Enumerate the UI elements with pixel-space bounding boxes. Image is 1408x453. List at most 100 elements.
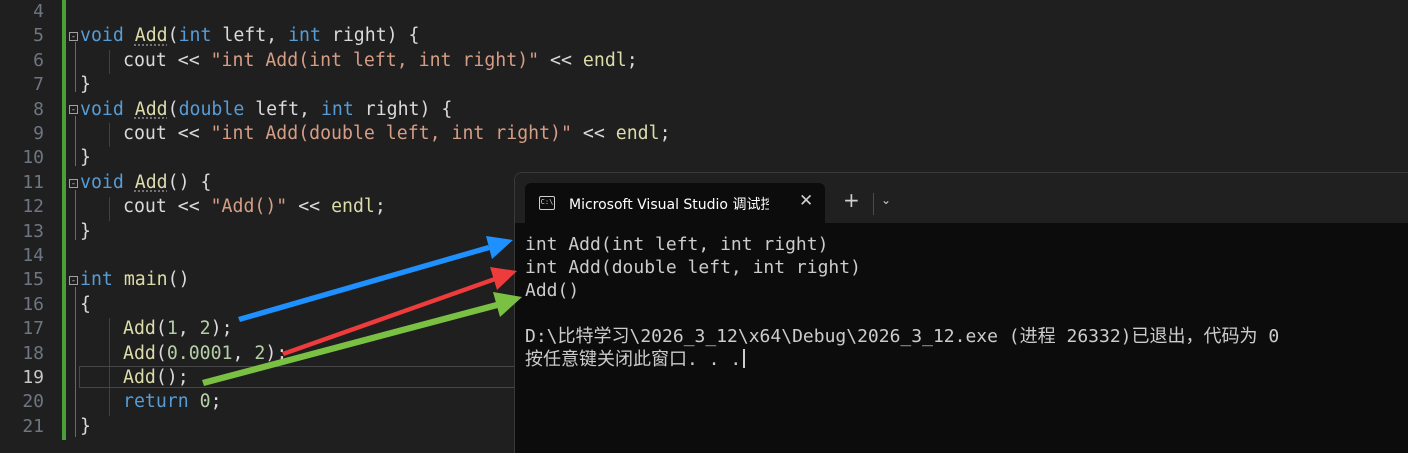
code-line[interactable]: { — [80, 293, 91, 317]
keyword: void — [80, 171, 124, 193]
code-token: cout << — [123, 49, 211, 71]
code-token: cout << — [123, 196, 211, 218]
code-line[interactable]: return 0; — [123, 390, 222, 414]
scope-line — [75, 190, 76, 240]
code-line[interactable]: void Add() { — [80, 171, 211, 195]
scope-line — [75, 116, 76, 166]
line-number: 5 — [33, 25, 44, 47]
collapse-icon[interactable]: - — [69, 179, 78, 189]
code-line[interactable]: cout << "int Add(int left, int right)" <… — [123, 49, 638, 73]
code-token: << — [287, 196, 332, 218]
line-number: 21 — [22, 415, 44, 437]
console-output-line: 按任意键关闭此窗口. . . — [525, 348, 746, 371]
keyword: return — [123, 391, 189, 413]
code-token: ( — [155, 342, 167, 364]
number-literal: 2 — [199, 318, 211, 340]
string-literal: "int Add(double left, int right)" — [210, 123, 572, 144]
code-line[interactable]: } — [80, 415, 91, 439]
line-number: 7 — [33, 74, 44, 96]
code-line[interactable]: cout << "Add()" << endl; — [123, 195, 386, 219]
code-token: ( — [167, 98, 179, 120]
code-token: cout << — [123, 123, 211, 144]
code-token: << — [571, 123, 616, 144]
chevron-down-icon[interactable]: ⌄ — [881, 193, 891, 207]
line-number: 16 — [22, 293, 44, 315]
code-line[interactable]: } — [80, 146, 91, 170]
collapse-icon[interactable]: - — [69, 105, 78, 115]
code-token: () { — [167, 171, 212, 193]
code-token: right) { — [320, 25, 420, 47]
function-name: Add — [134, 98, 168, 120]
console-tab-title: Microsoft Visual Studio 调试控 — [569, 197, 769, 213]
code-token: right) { — [353, 98, 453, 120]
code-line[interactable]: cout << "int Add(double left, int right)… — [123, 122, 671, 146]
scope-line — [75, 42, 76, 92]
string-literal: "int Add(int left, int right)" — [210, 49, 540, 71]
code-line[interactable]: void Add(double left, int right) { — [80, 98, 452, 122]
code-line[interactable]: } — [80, 220, 91, 244]
line-number: 9 — [33, 123, 44, 144]
code-token: ; — [659, 123, 671, 144]
code-line[interactable]: } — [80, 73, 91, 97]
collapse-icon[interactable]: - — [69, 32, 78, 42]
line-number: 14 — [22, 245, 44, 266]
console-tab[interactable]: C:\ Microsoft Visual Studio 调试控 ✕ — [525, 183, 825, 223]
function-name: Add — [123, 318, 156, 340]
terminal-icon: C:\ — [539, 196, 555, 210]
code-token: ); — [210, 318, 233, 340]
console-output-line: D:\比特学习\2026_3_12\x64\Debug\2026_3_12.ex… — [525, 326, 1280, 347]
code-token: () — [167, 269, 190, 291]
debug-console-window[interactable]: C:\ Microsoft Visual Studio 调试控 ✕ + ⌄ in… — [514, 172, 1408, 453]
code-token: ; — [374, 196, 386, 218]
code-line[interactable]: Add(0.0001, 2); — [123, 342, 287, 366]
console-output-line: int Add(double left, int right) — [525, 257, 861, 278]
number-literal: 0.0001 — [166, 342, 233, 364]
console-titlebar[interactable]: C:\ Microsoft Visual Studio 调试控 ✕ + ⌄ — [515, 173, 1408, 223]
code-line[interactable]: Add(1, 2); — [123, 317, 233, 341]
line-number: 18 — [22, 342, 44, 364]
code-token: ( — [155, 318, 167, 340]
number-literal: 0 — [199, 391, 211, 413]
code-token: left, — [211, 25, 289, 47]
line-number: 11 — [22, 171, 44, 193]
change-indicator-bar — [62, 0, 66, 440]
keyword: int — [178, 25, 212, 47]
indent-guide — [109, 50, 110, 74]
text-cursor — [743, 349, 746, 368]
console-output-line: int Add(int left, int right) — [525, 234, 829, 255]
code-token: , — [232, 342, 255, 364]
function-name: endl — [582, 49, 627, 71]
keyword: void — [80, 25, 124, 47]
indent-guide — [109, 123, 110, 147]
function-name: endl — [615, 123, 660, 144]
keyword: int — [320, 98, 354, 120]
tab-divider — [873, 193, 874, 215]
line-number: 6 — [33, 49, 44, 71]
new-tab-button[interactable]: + — [843, 190, 860, 210]
function-name: Add — [134, 25, 168, 47]
code-token: ; — [210, 391, 222, 413]
line-number-gutter: 4 5 6 7 8 9 10 11 12 13 14 15 16 17 18 1… — [0, 0, 64, 440]
code-line[interactable]: void Add(int left, int right) { — [80, 24, 420, 48]
scope-line — [75, 287, 76, 437]
line-number: 15 — [22, 269, 44, 291]
collapse-icon[interactable]: - — [69, 276, 78, 286]
function-name: Add — [134, 171, 168, 193]
console-prompt-text: 按任意键关闭此窗口. . . — [525, 349, 742, 370]
code-token: ( — [167, 25, 179, 47]
indent-guide — [109, 197, 110, 221]
line-number: 8 — [33, 98, 44, 120]
code-token: left, — [244, 98, 321, 120]
code-token: (); — [155, 367, 189, 388]
code-token: << — [539, 49, 583, 71]
close-tab-icon[interactable]: ✕ — [799, 191, 813, 211]
line-number: 12 — [22, 196, 44, 218]
code-token: ; — [626, 49, 638, 71]
console-output-line: Add() — [525, 280, 580, 301]
line-number: 20 — [22, 391, 44, 413]
line-number-active: 19 — [22, 367, 44, 388]
code-line[interactable]: int main() — [80, 268, 190, 292]
code-line-active[interactable]: Add(); — [123, 366, 189, 390]
number-literal: 1 — [166, 318, 178, 340]
